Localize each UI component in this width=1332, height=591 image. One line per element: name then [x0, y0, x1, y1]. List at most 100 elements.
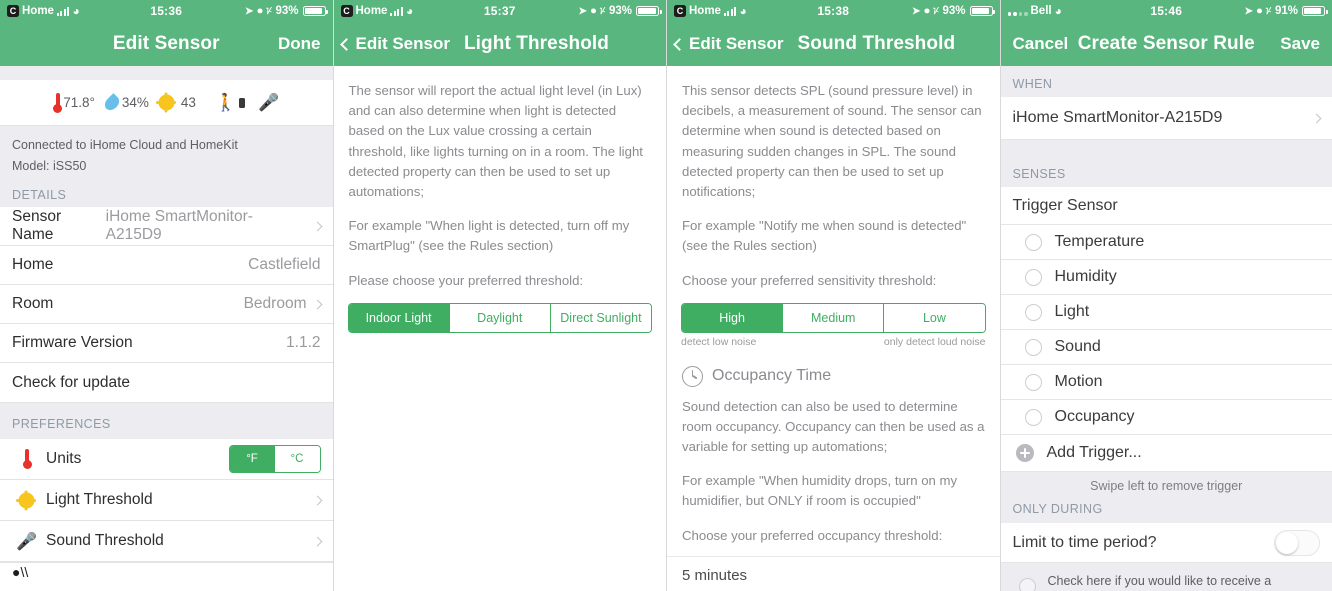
motion-icon: 🚶 [214, 93, 237, 112]
device-badge-icon [239, 97, 246, 108]
only-during-section-header: ONLY DURING [1000, 502, 1332, 523]
connection-status-text: Connected to iHome Cloud and HomeKit [12, 138, 238, 152]
sensor-option-light[interactable]: Light [1000, 295, 1332, 330]
limit-time-label: Limit to time period? [1012, 533, 1157, 551]
paragraph-1: This sensor detects SPL (sound pressure … [682, 83, 982, 199]
panel-edit-sensor: C Home ◕ 15:36 ➤ ⏺ ᜩ 93% Edit Sensor Don… [0, 0, 334, 591]
radio-icon[interactable] [1024, 338, 1042, 356]
connection-info-block: Connected to iHome Cloud and HomeKit Mod… [0, 126, 333, 181]
segment-medium[interactable]: Medium [783, 303, 885, 332]
sensor-option-sound[interactable]: Sound [1000, 330, 1332, 365]
units-option-fahrenheit[interactable]: °F [229, 446, 275, 473]
notification-label: Check here if you would like to receive … [1047, 574, 1272, 588]
back-button[interactable]: Edit Sensor [673, 34, 783, 54]
cancel-button[interactable]: Cancel [1013, 34, 1069, 54]
paragraph-1: The sensor will report the actual light … [348, 83, 643, 199]
panel-light-threshold: C Home ◕ 15:37 ➤ ⏺ ᜩ 93% Edit Sensor Lig… [333, 0, 667, 591]
sensor-readout-row: 71.8° 34% 43 🚶 🎤 [0, 80, 333, 126]
readout-light: 43 [156, 95, 196, 110]
chevron-right-icon [312, 299, 322, 310]
status-bar: C Home ◕ 15:37 ➤ ⏺ ᜩ 93% [333, 0, 666, 22]
radio-icon[interactable] [1024, 268, 1042, 286]
units-segmented-control[interactable]: °F °C [228, 445, 321, 474]
checkbox-icon[interactable] [1018, 578, 1036, 591]
light-value: 43 [180, 95, 196, 110]
panel-create-sensor-rule: Bell ◕ 15:46 ➤ ⏺ ᜩ 91% Cancel Create Sen… [1000, 0, 1332, 591]
segment-daylight[interactable]: Daylight [449, 303, 551, 332]
sensor-label: Occupancy [1054, 408, 1135, 425]
swipe-hint-text: Swipe left to remove trigger [1000, 472, 1332, 502]
row-when-device[interactable]: iHome SmartMonitor-A215D9 [1000, 97, 1332, 140]
readout-humidity: 34% [101, 92, 149, 113]
sensor-label: Humidity [1054, 268, 1117, 285]
plus-circle-icon [1015, 444, 1034, 462]
paragraph-2: For example "Notify me when sound is det… [682, 218, 967, 254]
microphone-icon: 🎤 [16, 531, 38, 551]
row-partial-next-preference[interactable]: ●\\ [0, 562, 333, 580]
temperature-value: 71.8° [63, 95, 95, 110]
occupancy-description: Sound detection can also be used to dete… [667, 391, 1000, 546]
sensor-option-temperature[interactable]: Temperature [1000, 225, 1332, 260]
nav-bar: Cancel Create Sensor Rule Save [1000, 22, 1332, 66]
notification-checkbox-row[interactable]: Check here if you would like to receive … [1000, 563, 1332, 591]
light-threshold-description: The sensor will report the actual light … [334, 66, 667, 291]
option-label: 5 minutes [682, 566, 748, 584]
light-threshold-segment-wrap: Indoor Light Daylight Direct Sunlight [334, 302, 667, 333]
done-button[interactable]: Done [278, 34, 321, 54]
occupancy-option-5-minutes[interactable]: 5 minutes [667, 555, 1000, 591]
room-label: Room [12, 295, 54, 313]
row-check-for-update[interactable]: Check for update [0, 363, 333, 404]
segment-direct-sunlight[interactable]: Direct Sunlight [550, 303, 652, 332]
light-threshold-label: Light Threshold [46, 491, 153, 509]
sensor-option-motion[interactable]: Motion [1000, 365, 1332, 400]
radio-icon[interactable] [1024, 408, 1042, 426]
humidity-value: 34% [121, 95, 149, 110]
firmware-value: 1.1.2 [286, 334, 321, 352]
trigger-sensor-label: Trigger Sensor [1012, 196, 1118, 214]
spacer-strip [0, 66, 333, 80]
row-sensor-name[interactable]: Sensor Name iHome SmartMonitor-A215D9 [0, 207, 333, 247]
segment-low[interactable]: Low [884, 303, 985, 332]
row-room[interactable]: Room Bedroom [0, 285, 333, 325]
row-sound-threshold[interactable]: 🎤 Sound Threshold [0, 521, 333, 563]
segment-high[interactable]: High [682, 303, 784, 332]
limit-time-toggle[interactable] [1274, 529, 1320, 556]
motion-waves-icon: ●\\ [12, 563, 29, 580]
occupancy-time-header: Occupancy Time [667, 348, 1000, 391]
room-value: Bedroom [243, 295, 307, 313]
light-threshold-segmented-control[interactable]: Indoor Light Daylight Direct Sunlight [347, 302, 652, 333]
sensor-label: Sound [1054, 338, 1101, 355]
sensor-option-humidity[interactable]: Humidity [1000, 260, 1332, 295]
home-label: Home [12, 256, 54, 274]
sound-sensitivity-segmented-control[interactable]: High Medium Low [681, 302, 986, 333]
radio-icon[interactable] [1024, 233, 1042, 251]
back-button[interactable]: Edit Sensor [339, 34, 450, 54]
row-limit-time-period[interactable]: Limit to time period? [1000, 523, 1332, 563]
add-trigger-button[interactable]: Add Trigger... [1000, 435, 1332, 472]
radio-icon[interactable] [1024, 303, 1042, 321]
hint-detect-low-noise: detect low noise [681, 335, 757, 348]
readout-sound: 🎤 [258, 94, 279, 111]
nav-bar: Edit Sensor Sound Threshold [667, 22, 1000, 66]
radio-icon[interactable] [1024, 373, 1042, 391]
sensor-label: Motion [1054, 373, 1103, 390]
back-label: Edit Sensor [355, 34, 450, 53]
sun-icon [12, 493, 42, 507]
occupancy-paragraph-2: For example "When humidity drops, turn o… [682, 473, 958, 509]
status-bar-time: 15:37 [483, 4, 516, 18]
sensitivity-hints: detect low noise only detect loud noise [667, 333, 1000, 348]
panel-sound-threshold: C Home ◕ 15:38 ➤ ⏺ ᜩ 93% Edit Sensor Sou… [667, 0, 1001, 591]
chevron-left-icon [339, 37, 353, 51]
paragraph-3: Choose your preferred sensitivity thresh… [682, 272, 937, 288]
row-units[interactable]: Units °F °C [0, 439, 333, 481]
clock-icon [682, 365, 703, 387]
row-light-threshold[interactable]: Light Threshold [0, 480, 333, 522]
thermometer-icon [53, 92, 63, 113]
units-option-celsius[interactable]: °C [274, 446, 320, 473]
occupancy-paragraph-3: Choose your preferred occupancy threshol… [682, 527, 943, 543]
sensor-option-occupancy[interactable]: Occupancy [1000, 400, 1332, 435]
row-home[interactable]: Home Castlefield [0, 246, 333, 286]
save-button[interactable]: Save [1280, 34, 1320, 54]
segment-indoor-light[interactable]: Indoor Light [348, 303, 450, 332]
add-trigger-label: Add Trigger... [1046, 444, 1142, 461]
